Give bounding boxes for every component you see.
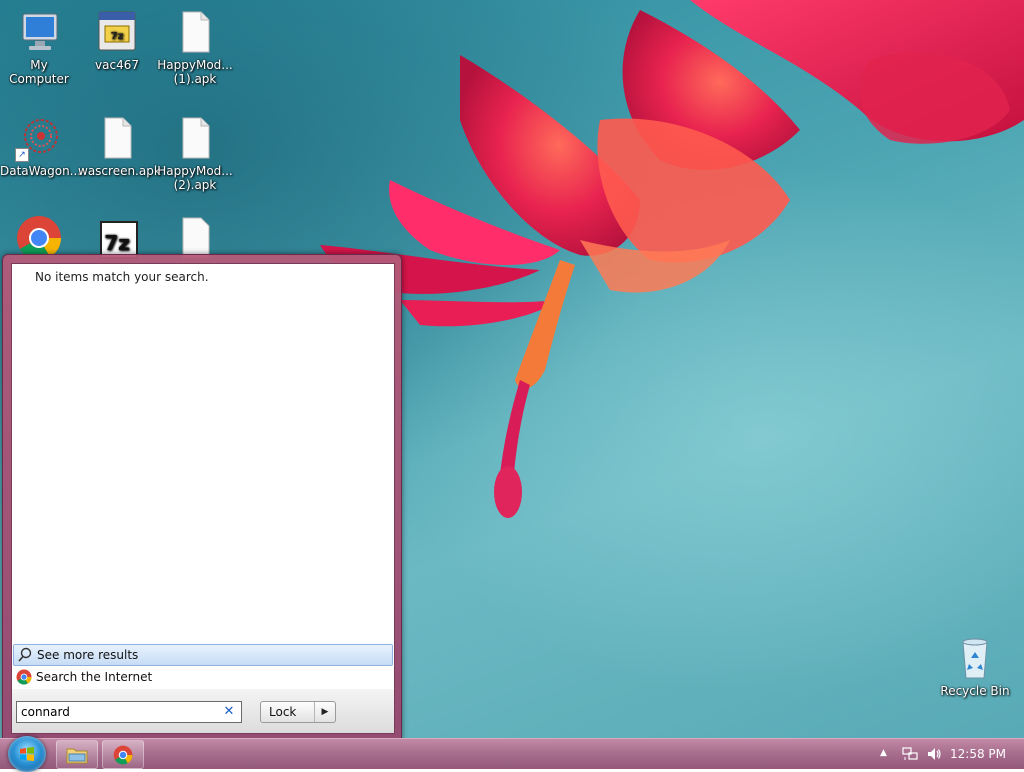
desktop-icon-label: HappyMod... (2).apk <box>157 164 233 192</box>
trash-bin-icon <box>962 638 988 679</box>
show-hidden-icons-icon[interactable]: ▲ <box>880 748 887 758</box>
start-menu: No items match your search. See more res… <box>2 254 402 740</box>
search-internet-item[interactable]: Search the Internet <box>13 666 391 688</box>
desktop-icon-label: DataWagon... <box>0 164 82 178</box>
lock-button[interactable]: Lock ▶ <box>260 701 336 723</box>
happymod-1-icon[interactable]: HappyMod... (1).apk <box>156 8 234 86</box>
file-icon <box>182 117 210 159</box>
volume-icon[interactable] <box>926 746 942 762</box>
desktop-icon-label: HappyMod... (1).apk <box>157 58 233 86</box>
search-results-pane: No items match your search. See more res… <box>11 263 395 691</box>
taskbar-chrome-button[interactable] <box>102 740 144 769</box>
shortcut-arrow-icon: ↗ <box>15 148 29 162</box>
monitor-icon <box>22 13 58 50</box>
file-icon <box>182 11 210 53</box>
start-search-input[interactable] <box>17 702 225 722</box>
taskbar: ▲ 12:58 PM <box>0 736 1024 772</box>
clear-search-icon[interactable]: ✕ <box>221 703 237 721</box>
desktop-icon-label: wascreen.apk <box>78 164 161 178</box>
search-internet-label: Search the Internet <box>36 670 153 684</box>
see-more-results-item[interactable]: See more results <box>13 644 393 666</box>
desktop-icon-label: vac467 <box>95 58 139 72</box>
desktop-icon-label: Recycle Bin <box>940 684 1010 698</box>
svg-text:7z: 7z <box>111 31 124 42</box>
lock-button-label: Lock <box>269 705 297 719</box>
windows-logo-icon <box>20 747 34 761</box>
recycle-bin-icon[interactable]: Recycle Bin <box>936 634 1014 698</box>
happymod-2-icon[interactable]: HappyMod... (2).apk <box>156 114 234 192</box>
chrome-icon <box>113 745 133 764</box>
svg-text:7z: 7z <box>104 231 130 255</box>
vac467-icon[interactable]: 7z vac467 <box>78 8 156 72</box>
see-more-label: See more results <box>37 648 139 662</box>
chrome-icon <box>16 669 32 685</box>
network-icon[interactable] <box>902 746 918 762</box>
taskbar-clock[interactable]: 12:58 PM <box>950 747 1006 761</box>
system-tray: ▲ 12:58 PM <box>864 739 1024 769</box>
file-icon <box>104 117 132 159</box>
start-search-box: ✕ <box>16 701 242 723</box>
my-computer-icon[interactable]: My Computer <box>0 8 78 86</box>
start-search-area: ✕ Lock ▶ <box>11 689 395 734</box>
power-options-arrow-icon[interactable]: ▶ <box>314 702 335 722</box>
start-button[interactable] <box>8 736 46 772</box>
search-icon <box>18 647 32 662</box>
desktop-icon-label: My Computer <box>9 58 69 86</box>
datawagon-icon[interactable]: ↗ DataWagon... <box>0 114 82 178</box>
no-results-message: No items match your search. <box>35 270 209 284</box>
folder-icon <box>66 748 88 763</box>
taskbar-explorer-button[interactable] <box>56 740 98 769</box>
wascreen-icon[interactable]: wascreen.apk <box>78 114 161 178</box>
7z-installer-icon: 7z <box>98 11 136 51</box>
